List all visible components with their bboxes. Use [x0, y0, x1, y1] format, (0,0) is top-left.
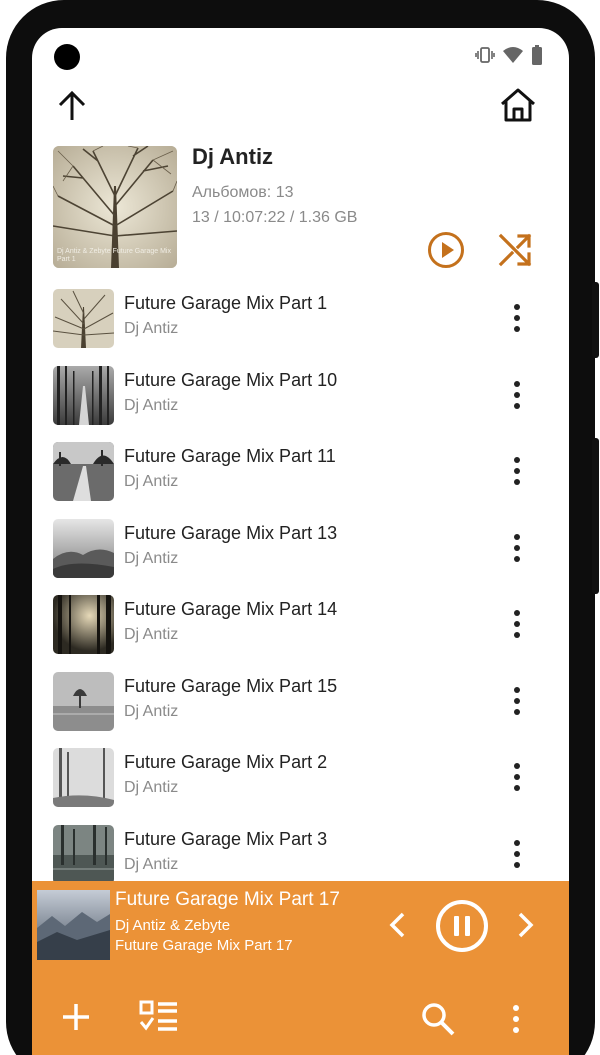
artist-stats: 13 / 10:07:22 / 1.36 GB — [192, 209, 358, 226]
track-row[interactable]: Future Garage Mix Part 2 Dj Antiz — [32, 745, 569, 822]
track-row[interactable]: Future Garage Mix Part 14 Dj Antiz — [32, 592, 569, 669]
track-artist: Dj Antiz — [124, 473, 179, 490]
track-thumbnail — [53, 671, 114, 731]
queue-button[interactable] — [138, 999, 180, 1037]
now-playing-artist: Dj Antiz & Zebyte — [115, 917, 231, 934]
battery-icon — [531, 45, 543, 70]
track-more-button[interactable] — [502, 530, 532, 566]
track-title: Future Garage Mix Part 3 — [124, 828, 328, 849]
checklist-icon — [139, 1000, 177, 1031]
track-title: Future Garage Mix Part 13 — [124, 522, 338, 543]
artist-cover-art[interactable]: Dj Antiz & Zebyte Future Garage Mix Part… — [53, 146, 177, 268]
track-thumbnail — [53, 289, 114, 348]
play-circle-icon — [428, 232, 464, 268]
vibrate-icon — [475, 46, 495, 69]
track-thumbnail — [53, 442, 114, 501]
chevron-left-icon — [389, 912, 405, 938]
now-playing-cover[interactable] — [37, 890, 110, 960]
track-artist: Dj Antiz — [124, 779, 179, 796]
track-artist: Dj Antiz — [124, 702, 179, 720]
track-title: Future Garage Mix Part 14 — [124, 599, 338, 619]
track-more-button[interactable] — [502, 300, 532, 336]
track-artist: Dj Antiz — [124, 855, 179, 873]
track-thumbnail — [53, 518, 114, 578]
home-icon — [501, 88, 535, 122]
wifi-icon — [503, 46, 523, 69]
track-artist: Dj Antiz — [124, 396, 179, 414]
shuffle-button[interactable] — [495, 230, 535, 270]
track-list: Future Garage Mix Part 1 Dj Antiz Future… — [32, 286, 569, 898]
track-thumbnail — [53, 824, 114, 884]
add-button[interactable] — [58, 999, 94, 1035]
track-artist: Dj Antiz — [124, 320, 179, 337]
track-thumbnail — [53, 748, 114, 807]
status-bar-icons — [475, 45, 543, 70]
track-more-button[interactable] — [502, 377, 532, 413]
navigate-up-button[interactable] — [52, 86, 92, 126]
search-button[interactable] — [418, 999, 458, 1039]
app-screen: Dj Antiz & Zebyte Future Garage Mix Part… — [32, 28, 569, 1055]
track-more-button[interactable] — [502, 606, 532, 642]
overflow-menu-button[interactable] — [504, 999, 528, 1039]
track-artist: Dj Antiz — [124, 626, 179, 643]
search-icon — [422, 1003, 455, 1036]
track-row[interactable]: Future Garage Mix Part 13 Dj Antiz — [32, 516, 569, 593]
home-button[interactable] — [497, 84, 539, 126]
front-camera — [54, 44, 80, 70]
artist-album-count: Альбомов: 13 — [192, 184, 294, 201]
now-playing-album: Future Garage Mix Part 17 — [115, 937, 293, 954]
track-title: Future Garage Mix Part 2 — [124, 752, 328, 772]
track-thumbnail — [53, 595, 114, 654]
track-title: Future Garage Mix Part 1 — [124, 293, 328, 313]
plus-icon — [63, 1004, 89, 1030]
shuffle-icon — [498, 233, 532, 267]
track-title: Future Garage Mix Part 10 — [124, 369, 338, 390]
track-row[interactable]: Future Garage Mix Part 10 Dj Antiz — [32, 363, 569, 440]
play-all-button[interactable] — [426, 230, 466, 270]
chevron-right-icon — [518, 912, 534, 938]
next-button[interactable] — [511, 905, 541, 945]
now-playing-title: Future Garage Mix Part 17 — [115, 889, 340, 910]
pause-circle-icon — [436, 900, 488, 952]
artist-name: Dj Antiz — [192, 144, 274, 169]
track-artist: Dj Antiz — [124, 549, 179, 567]
track-more-button[interactable] — [502, 453, 532, 489]
track-row[interactable]: Future Garage Mix Part 1 Dj Antiz — [32, 286, 569, 363]
cover-text: Dj Antiz & Zebyte Future Garage Mix Part… — [57, 248, 171, 263]
track-title: Future Garage Mix Part 11 — [124, 446, 336, 466]
track-row[interactable]: Future Garage Mix Part 15 Dj Antiz — [32, 669, 569, 746]
track-row[interactable]: Future Garage Mix Part 11 Dj Antiz — [32, 439, 569, 516]
previous-button[interactable] — [382, 905, 412, 945]
now-playing-bar[interactable]: Future Garage Mix Part 17 Dj Antiz & Zeb… — [32, 881, 569, 1055]
arrow-up-icon — [58, 90, 86, 120]
volume-button — [592, 438, 599, 594]
track-more-button[interactable] — [502, 683, 532, 719]
power-button — [592, 282, 599, 358]
track-more-button[interactable] — [502, 836, 532, 872]
track-thumbnail — [53, 365, 114, 425]
track-more-button[interactable] — [502, 759, 532, 795]
track-title: Future Garage Mix Part 15 — [124, 675, 338, 696]
pause-button[interactable] — [435, 899, 489, 953]
